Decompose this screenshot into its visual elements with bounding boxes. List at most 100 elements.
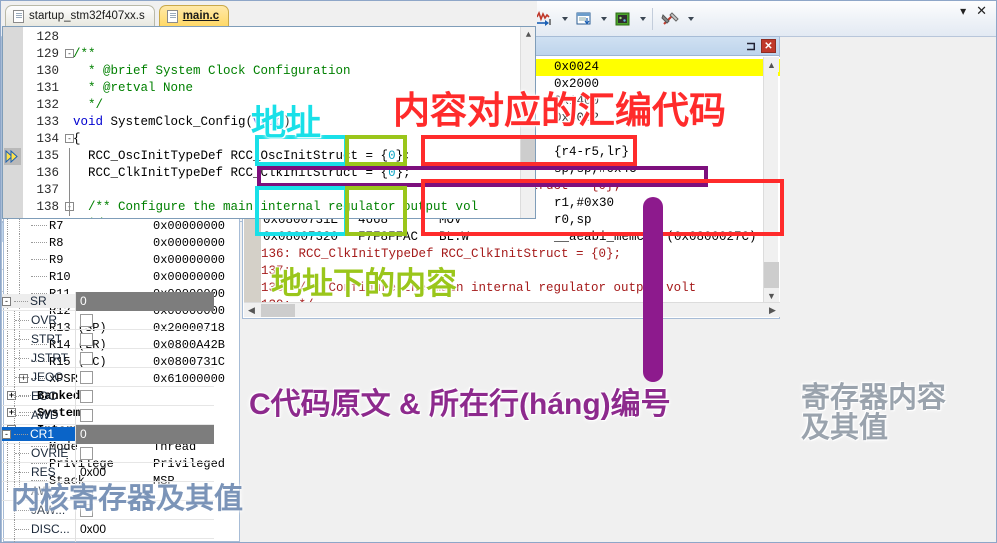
register-row[interactable]: R7 0x00000000 (7, 217, 232, 234)
scroll-thumb[interactable] (521, 138, 535, 164)
adc1-property-row[interactable]: JAW... (2, 500, 214, 520)
adc1-property-row[interactable]: DISC... 0x00 (2, 519, 214, 539)
trace-window-dropdown[interactable] (598, 6, 609, 32)
disassembly-horizontal-scrollbar[interactable]: ◀ ▶ (244, 302, 780, 317)
toolbox-icon (661, 11, 679, 25)
editor-code-area[interactable]: ▲ 128 129-/** 130 * @brief System Clock Co… (2, 26, 536, 219)
toolbox-button[interactable] (658, 6, 684, 32)
adc1-property-name: STRT (2, 329, 75, 349)
adc1-property-value[interactable] (75, 538, 214, 542)
adc1-property-value[interactable]: 0 (75, 424, 214, 444)
adc1-property-value[interactable] (75, 348, 214, 368)
tree-expander-icon[interactable]: - (2, 296, 11, 306)
register-value[interactable]: 0x00000000 (153, 219, 225, 233)
adc1-property-row[interactable]: DISC... (2, 538, 214, 542)
editor-tab-label: startup_stm32f407xx.s (29, 10, 145, 22)
analysis-window-dropdown[interactable] (559, 6, 570, 32)
register-row[interactable]: R8 0x00000000 (7, 234, 232, 251)
editor-line[interactable]: 128 (3, 29, 521, 46)
adc1-property-row[interactable]: OVRIE (2, 443, 214, 463)
checkbox-icon[interactable] (80, 370, 93, 384)
editor-line[interactable]: 133 void SystemClock_Config(void) (3, 114, 521, 131)
adc1-property-row[interactable]: RES 0x00 (2, 462, 214, 482)
close-icon[interactable]: ✕ (976, 3, 987, 19)
adc1-property-value[interactable] (75, 386, 214, 406)
adc1-property-value[interactable] (75, 329, 214, 349)
adc1-property-row[interactable]: JEOC (2, 367, 214, 387)
adc1-property-name: EOC (2, 386, 75, 406)
editor-line-text: /** Configure the main internal regulato… (73, 200, 479, 214)
editor-tab[interactable]: main.c (158, 5, 230, 26)
adc1-property-value[interactable] (75, 310, 214, 330)
scroll-thumb[interactable] (764, 262, 779, 288)
adc1-property-row[interactable]: AW... (2, 481, 214, 501)
register-name: R10 (7, 268, 71, 285)
checkbox-icon[interactable] (80, 408, 93, 422)
adc1-property-value[interactable] (75, 443, 214, 463)
checkbox-icon[interactable] (80, 484, 93, 498)
editor-line[interactable]: 138- /** Configure the main internal reg… (3, 199, 521, 216)
editor-line[interactable]: 129-/** (3, 46, 521, 63)
adc1-property-value[interactable]: 0 (75, 291, 214, 311)
keil-uvision-debug-window: RST x {↓} {}↓ (0, 0, 997, 543)
editor-line[interactable]: 132 */ (3, 97, 521, 114)
trace-window-button[interactable] (571, 6, 597, 32)
scroll-down-icon[interactable]: ▼ (764, 288, 779, 303)
checkbox-icon[interactable] (80, 503, 93, 517)
adc1-property-row[interactable]: - SR 0 (2, 291, 214, 311)
adc1-property-value[interactable]: 0x00 (75, 462, 214, 482)
scroll-left-icon[interactable]: ◀ (244, 303, 259, 318)
editor-tab[interactable]: startup_stm32f407xx.s (5, 5, 155, 26)
scroll-right-icon[interactable]: ▶ (765, 303, 780, 318)
adc1-property-list[interactable]: - SR 0 OVR STRT JSTRT JEOC EOC AWD - CR1 0 OVRIE RES 0… (2, 291, 214, 542)
register-row[interactable]: R10 0x00000000 (7, 268, 232, 285)
adc1-property-row[interactable]: STRT (2, 329, 214, 349)
adc1-property-value[interactable] (75, 405, 214, 425)
adc1-property-value[interactable]: 0x00 (75, 519, 214, 539)
register-value[interactable]: 0x00000000 (153, 253, 225, 267)
annotation-c-code-label: C代码原文 & 所在行(háng)编号 (249, 388, 671, 421)
editor-line[interactable]: 139 */ (3, 216, 521, 218)
editor-line[interactable]: 136 RCC_ClkInitTypeDef RCC_ClkInitStruct… (3, 165, 521, 182)
system-viewer-dropdown[interactable] (637, 6, 648, 32)
checkbox-icon[interactable] (80, 313, 93, 327)
editor-line-text: RCC_ClkInitTypeDef RCC_ClkInitStruct = {… (73, 166, 411, 180)
toolbox-dropdown[interactable] (685, 6, 696, 32)
scroll-up-icon[interactable]: ▲ (521, 27, 535, 42)
close-icon[interactable]: ✕ (761, 39, 776, 53)
source-editor-panel: startup_stm32f407xx.s main.c ▾ ✕ ▲ 128 129… (1, 1, 987, 222)
pin-icon[interactable]: ⊐ (744, 39, 758, 54)
scroll-up-icon[interactable]: ▲ (764, 57, 779, 72)
annotation-peripheral-registers-label-2: 及其值 (801, 412, 889, 444)
checkbox-icon[interactable] (80, 351, 93, 365)
checkbox-icon[interactable] (80, 446, 93, 460)
editor-line-number: 132 (36, 98, 59, 112)
checkbox-icon[interactable] (80, 332, 93, 346)
adc1-property-value[interactable] (75, 367, 214, 387)
editor-line[interactable]: 130 * @brief System Clock Configuration (3, 63, 521, 80)
chevron-down-icon[interactable]: ▾ (960, 4, 966, 18)
adc1-property-row[interactable]: AWD (2, 405, 214, 425)
disassembly-vertical-scrollbar[interactable]: ▲ ▼ (763, 57, 779, 303)
editor-line[interactable]: 135 RCC_OscInitTypeDef RCC_OscInitStruct… (3, 148, 521, 165)
editor-line[interactable]: 131 * @retval None (3, 80, 521, 97)
register-value[interactable]: 0x00000000 (153, 236, 225, 250)
annotation-peripheral-registers-label-1: 寄存器内容 (801, 382, 947, 414)
scroll-thumb-h[interactable] (261, 303, 295, 317)
tree-expander-icon[interactable]: - (2, 429, 11, 439)
adc1-property-row[interactable]: JSTRT (2, 348, 214, 368)
editor-line[interactable]: 137 (3, 182, 521, 199)
register-value[interactable]: 0x00000000 (153, 270, 225, 284)
adc1-property-value[interactable] (75, 500, 214, 520)
editor-line-number: 128 (36, 30, 59, 44)
register-row[interactable]: R9 0x00000000 (7, 251, 232, 268)
adc1-property-row[interactable]: - CR1 0 (2, 424, 214, 444)
adc1-property-row[interactable]: EOC (2, 386, 214, 406)
editor-vertical-scrollbar[interactable]: ▲ (520, 27, 535, 218)
toolbar-separator (652, 7, 653, 30)
checkbox-icon[interactable] (80, 389, 93, 403)
adc1-property-row[interactable]: OVR (2, 310, 214, 330)
adc1-property-value[interactable] (75, 481, 214, 501)
system-viewer-button[interactable] (610, 6, 636, 32)
editor-line[interactable]: 134-{ (3, 131, 521, 148)
